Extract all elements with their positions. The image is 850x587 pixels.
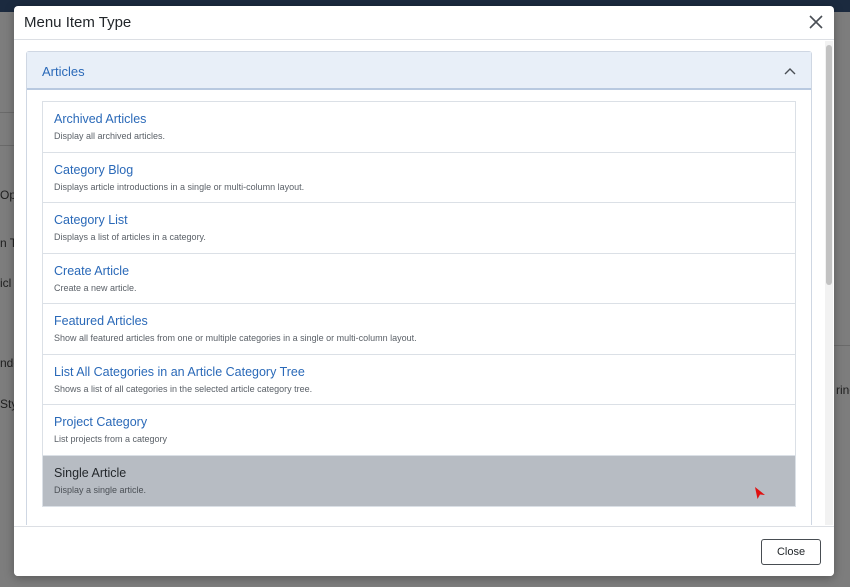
modal-scrollbar[interactable] bbox=[825, 41, 833, 525]
list-item-project-category[interactable]: Project Category List projects from a ca… bbox=[43, 405, 795, 456]
chevron-up-icon bbox=[783, 64, 797, 76]
item-title: Featured Articles bbox=[54, 314, 148, 328]
item-description: Create a new article. bbox=[54, 282, 137, 293]
item-description: List projects from a category bbox=[54, 434, 168, 444]
background-divider bbox=[0, 112, 14, 113]
background-text: icl bbox=[0, 276, 12, 290]
item-description: Show all featured articles from one or m… bbox=[54, 333, 417, 343]
background-divider bbox=[834, 345, 850, 346]
list-item-list-all-categories[interactable]: List All Categories in an Article Catego… bbox=[43, 354, 795, 405]
item-title: List All Categories in an Article Catego… bbox=[54, 364, 305, 379]
item-title: Create Article bbox=[54, 263, 130, 278]
menu-item-list: Archived Articles Display all archived a… bbox=[42, 101, 796, 507]
scrollbar-thumb[interactable] bbox=[826, 45, 832, 285]
close-icon[interactable] bbox=[808, 12, 824, 32]
mouse-pointer-icon bbox=[754, 486, 766, 500]
modal-footer: Close bbox=[14, 526, 834, 576]
menu-item-type-modal: Menu Item Type Articles Archived Article… bbox=[14, 6, 834, 576]
background-text: ring bbox=[836, 383, 850, 397]
accordion-header-articles[interactable]: Articles bbox=[27, 52, 811, 90]
item-description: Display a single article. bbox=[54, 484, 147, 495]
modal-title: Menu Item Type bbox=[24, 14, 132, 31]
item-title: Single Article bbox=[54, 465, 127, 480]
item-title: Category Blog bbox=[54, 162, 134, 177]
background-divider bbox=[0, 145, 14, 146]
item-title: Category List bbox=[54, 213, 128, 227]
close-button[interactable]: Close bbox=[761, 539, 821, 565]
modal-header: Menu Item Type bbox=[14, 6, 834, 40]
modal-body: Articles Archived Articles Display all a… bbox=[14, 41, 834, 525]
list-item-category-list[interactable]: Category List Displays a list of article… bbox=[43, 203, 795, 254]
list-item-category-blog[interactable]: Category Blog Displays article introduct… bbox=[43, 152, 795, 203]
accordion-label: Articles bbox=[42, 64, 85, 79]
item-title: Archived Articles bbox=[54, 112, 147, 126]
articles-accordion: Articles Archived Articles Display all a… bbox=[26, 51, 812, 525]
list-item-create-article[interactable]: Create Article Create a new article. bbox=[43, 253, 795, 304]
item-description: Displays a list of articles in a categor… bbox=[54, 232, 206, 242]
list-item-single-article[interactable]: Single Article Display a single article. bbox=[43, 455, 795, 506]
item-description: Shows a list of all categories in the se… bbox=[54, 383, 313, 394]
item-description: Displays article introductions in a sing… bbox=[54, 181, 305, 192]
list-item-archived-articles[interactable]: Archived Articles Display all archived a… bbox=[43, 102, 795, 153]
item-title: Project Category bbox=[54, 415, 148, 429]
list-item-featured-articles[interactable]: Featured Articles Show all featured arti… bbox=[43, 304, 795, 355]
item-description: Display all archived articles. bbox=[54, 131, 166, 141]
